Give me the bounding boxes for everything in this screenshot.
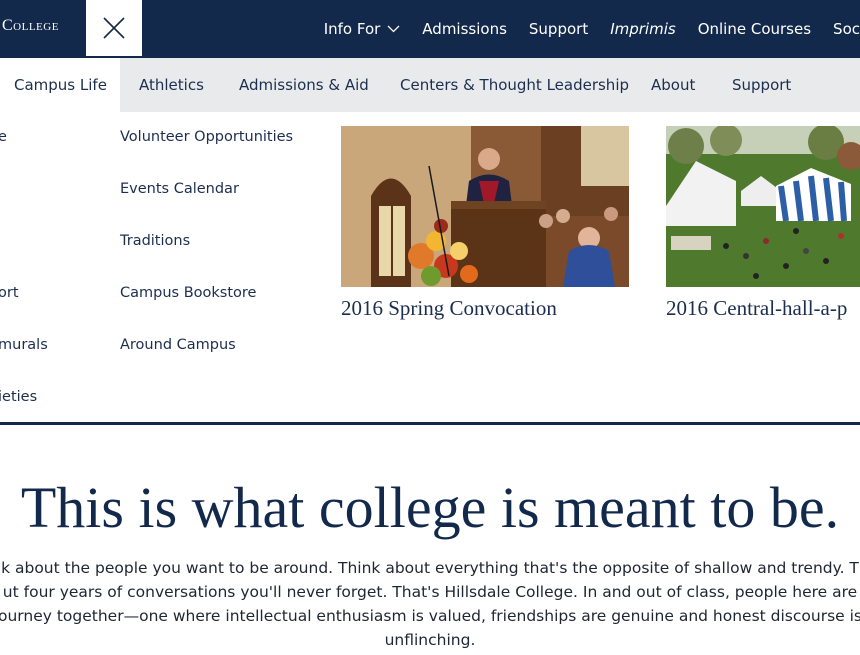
top-nav-links: Info For Admissions Support Imprimis Onl… xyxy=(302,0,860,58)
section-navigation: Campus Life Athletics Admissions & Aid C… xyxy=(0,58,860,112)
subnav-centers-thought-leadership[interactable]: Centers & Thought Leadership xyxy=(400,58,629,112)
hero-title: This is what college is meant to be. xyxy=(20,475,840,540)
feature-caption-central-hall[interactable]: 2016 Central-hall-a-p xyxy=(666,296,847,321)
menu-link-partial-1[interactable]: e xyxy=(0,129,7,145)
feature-image-central-hall[interactable] xyxy=(666,126,860,287)
nav-social[interactable]: Soc xyxy=(833,20,860,38)
feature-caption-convocation[interactable]: 2016 Spring Convocation xyxy=(341,296,557,321)
nav-info-for[interactable]: Info For xyxy=(324,20,401,38)
menu-link-partial-6[interactable]: ieties xyxy=(0,389,37,405)
menu-link-around-campus[interactable]: Around Campus xyxy=(120,337,236,353)
nav-support[interactable]: Support xyxy=(529,20,588,38)
menu-link-campus-bookstore[interactable]: Campus Bookstore xyxy=(120,285,256,301)
nav-online-courses[interactable]: Online Courses xyxy=(698,20,811,38)
menu-link-partial-4[interactable]: ort xyxy=(0,285,19,301)
feature-image-convocation[interactable] xyxy=(341,126,629,287)
college-logo[interactable]: College xyxy=(2,17,59,35)
subnav-athletics[interactable]: Athletics xyxy=(139,58,204,112)
hero-line: unflinching. xyxy=(384,631,476,649)
subnav-support[interactable]: Support xyxy=(732,58,791,112)
hero-line: ourney together—one where intellectual e… xyxy=(0,607,860,625)
hero-line: ut four years of conversations you'll ne… xyxy=(2,583,858,601)
top-navigation-bar: College Info For Admissions Support Impr… xyxy=(0,0,860,58)
nav-admissions[interactable]: Admissions xyxy=(422,20,507,38)
menu-link-events-calendar[interactable]: Events Calendar xyxy=(120,181,239,197)
nav-info-for-label: Info For xyxy=(323,20,381,38)
chevron-down-icon xyxy=(387,25,400,33)
section-divider xyxy=(0,422,860,425)
nav-imprimis[interactable]: Imprimis xyxy=(610,20,676,38)
hero-line: k about the people you want to be around… xyxy=(1,559,859,577)
subnav-admissions-aid[interactable]: Admissions & Aid xyxy=(239,58,369,112)
subnav-campus-life[interactable]: Campus Life xyxy=(0,58,120,112)
subnav-about[interactable]: About xyxy=(651,58,695,112)
close-icon xyxy=(103,17,125,39)
menu-link-volunteer-opportunities[interactable]: Volunteer Opportunities xyxy=(120,129,293,145)
menu-link-partial-5[interactable]: murals xyxy=(0,337,48,353)
hero-paragraph: k about the people you want to be around… xyxy=(0,556,860,652)
menu-link-traditions[interactable]: Traditions xyxy=(120,233,190,249)
close-menu-button[interactable] xyxy=(86,0,142,56)
